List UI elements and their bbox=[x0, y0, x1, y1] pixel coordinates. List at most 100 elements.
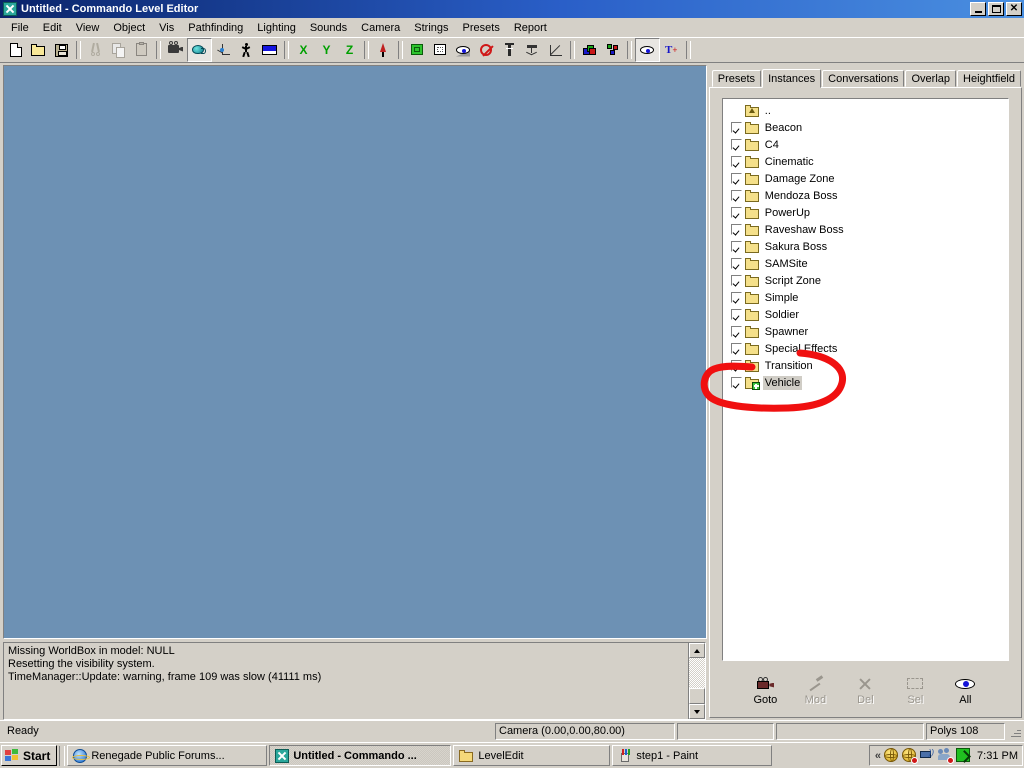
globe-icon[interactable] bbox=[884, 748, 899, 763]
trapezoid-icon[interactable] bbox=[544, 39, 567, 61]
tree-item-powerup[interactable]: PowerUp bbox=[723, 204, 1008, 221]
copy-icon[interactable] bbox=[107, 39, 130, 61]
tab-overlap[interactable]: Overlap bbox=[905, 70, 956, 87]
tree-item-damage-zone[interactable]: Damage Zone bbox=[723, 170, 1008, 187]
mod-button[interactable]: Mod bbox=[798, 675, 832, 706]
tree-item-checkbox[interactable] bbox=[731, 377, 742, 388]
tree-item-c4[interactable]: C4 bbox=[723, 136, 1008, 153]
scroll-up-button[interactable] bbox=[689, 643, 705, 658]
menu-vis[interactable]: Vis bbox=[152, 20, 181, 36]
vis-shadow-icon[interactable] bbox=[452, 39, 475, 61]
menu-object[interactable]: Object bbox=[106, 20, 152, 36]
walk-mode-icon[interactable] bbox=[235, 39, 258, 61]
rgb-cubes-icon[interactable] bbox=[578, 39, 601, 61]
tree-item-vehicle[interactable]: Vehicle bbox=[723, 374, 1008, 391]
tree-item-cinematic[interactable]: Cinematic bbox=[723, 153, 1008, 170]
menu-view[interactable]: View bbox=[69, 20, 107, 36]
log-scrollbar[interactable] bbox=[688, 643, 705, 719]
network-icon[interactable]: )) bbox=[920, 748, 935, 763]
tree-item-checkbox[interactable] bbox=[731, 224, 742, 235]
camera-stand-icon[interactable] bbox=[521, 39, 544, 61]
tree-item-checkbox[interactable] bbox=[731, 207, 742, 218]
visibility-eye-icon[interactable] bbox=[635, 38, 660, 62]
camera-icon[interactable] bbox=[164, 39, 187, 61]
save-disk-icon[interactable] bbox=[50, 39, 73, 61]
instances-tree[interactable]: .. Beacon C4 Cine bbox=[722, 98, 1009, 661]
tree-item-checkbox[interactable] bbox=[731, 173, 742, 184]
tab-instances[interactable]: Instances bbox=[762, 69, 821, 88]
tree-item-checkbox[interactable] bbox=[731, 122, 742, 133]
tree-item-checkbox[interactable] bbox=[731, 343, 742, 354]
scroll-track[interactable] bbox=[689, 658, 705, 688]
tree-item-special-effects[interactable]: Special Effects bbox=[723, 340, 1008, 357]
tree-item-script-zone[interactable]: Script Zone bbox=[723, 272, 1008, 289]
background-color-icon[interactable] bbox=[258, 39, 281, 61]
tree-item-beacon[interactable]: Beacon bbox=[723, 119, 1008, 136]
axis-y-button[interactable]: Y bbox=[315, 39, 338, 61]
tree-item-sakura-boss[interactable]: Sakura Boss bbox=[723, 238, 1008, 255]
teapot-icon[interactable] bbox=[187, 38, 212, 62]
people-warning-icon[interactable] bbox=[938, 748, 953, 763]
tree-item-soldier[interactable]: Soldier bbox=[723, 306, 1008, 323]
goto-button[interactable]: Goto bbox=[748, 675, 782, 706]
vegetation-icon[interactable] bbox=[372, 39, 395, 61]
tree-item-checkbox[interactable] bbox=[731, 326, 742, 337]
green-cube-icon[interactable] bbox=[406, 39, 429, 61]
menu-file[interactable]: File bbox=[4, 20, 36, 36]
tower-icon[interactable] bbox=[498, 39, 521, 61]
tree-item-checkbox[interactable] bbox=[731, 360, 742, 371]
close-button[interactable]: ✕ bbox=[1006, 2, 1022, 16]
scroll-thumb[interactable] bbox=[689, 688, 705, 704]
tree-item-checkbox[interactable] bbox=[731, 139, 742, 150]
tab-presets[interactable]: Presets bbox=[712, 70, 761, 87]
taskbar-item-leveledit[interactable]: LevelEdit bbox=[453, 745, 610, 766]
tree-item-checkbox[interactable] bbox=[731, 190, 742, 201]
new-file-icon[interactable] bbox=[4, 39, 27, 61]
taskbar-item-commando[interactable]: Untitled - Commando ... bbox=[269, 745, 451, 766]
rgb-small-cubes-icon[interactable] bbox=[601, 39, 624, 61]
tree-item-checkbox[interactable] bbox=[731, 275, 742, 286]
tree-item-simple[interactable]: Simple bbox=[723, 289, 1008, 306]
scroll-down-button[interactable] bbox=[689, 704, 705, 719]
tree-item-checkbox[interactable] bbox=[731, 156, 742, 167]
wireframe-cube-icon[interactable] bbox=[429, 39, 452, 61]
paste-clipboard-icon[interactable] bbox=[130, 39, 153, 61]
menu-camera[interactable]: Camera bbox=[354, 20, 407, 36]
axis-gizmo-icon[interactable] bbox=[212, 39, 235, 61]
3d-viewport[interactable] bbox=[3, 65, 707, 639]
tree-item-checkbox[interactable] bbox=[731, 309, 742, 320]
menu-strings[interactable]: Strings bbox=[407, 20, 455, 36]
maximize-button[interactable] bbox=[988, 2, 1004, 16]
resize-grip[interactable] bbox=[1008, 725, 1022, 739]
tree-item-checkbox[interactable] bbox=[731, 241, 742, 252]
tree-item-mendoza-boss[interactable]: Mendoza Boss bbox=[723, 187, 1008, 204]
green-check-icon[interactable] bbox=[956, 748, 971, 763]
sel-button[interactable]: Sel bbox=[898, 675, 932, 706]
all-button[interactable]: All bbox=[948, 675, 982, 706]
no-entry-icon[interactable] bbox=[475, 39, 498, 61]
tree-item-up[interactable]: .. bbox=[723, 102, 1008, 119]
menu-pathfinding[interactable]: Pathfinding bbox=[181, 20, 250, 36]
axis-z-button[interactable]: Z bbox=[338, 39, 361, 61]
tree-item-checkbox[interactable] bbox=[731, 292, 742, 303]
minimize-button[interactable] bbox=[970, 2, 986, 16]
taskbar-item-paint[interactable]: step1 - Paint bbox=[612, 745, 772, 766]
tree-item-samsite[interactable]: SAMSite bbox=[723, 255, 1008, 272]
taskbar-item-browser[interactable]: Renegade Public Forums... bbox=[67, 745, 267, 766]
menu-report[interactable]: Report bbox=[507, 20, 554, 36]
tree-item-transition[interactable]: Transition bbox=[723, 357, 1008, 374]
tab-heightfield[interactable]: Heightfield bbox=[957, 70, 1021, 87]
tree-item-spawner[interactable]: Spawner bbox=[723, 323, 1008, 340]
menu-edit[interactable]: Edit bbox=[36, 20, 69, 36]
cut-scissors-icon[interactable] bbox=[84, 39, 107, 61]
tab-conversations[interactable]: Conversations bbox=[822, 70, 904, 87]
menu-presets[interactable]: Presets bbox=[456, 20, 507, 36]
tree-item-checkbox[interactable] bbox=[731, 258, 742, 269]
globe-warning-icon[interactable] bbox=[902, 748, 917, 763]
axis-x-button[interactable]: X bbox=[292, 39, 315, 61]
start-button[interactable]: Start bbox=[1, 745, 57, 766]
menu-lighting[interactable]: Lighting bbox=[250, 20, 303, 36]
menu-sounds[interactable]: Sounds bbox=[303, 20, 354, 36]
tray-expand-chevron[interactable]: « bbox=[875, 750, 881, 762]
del-button[interactable]: Del bbox=[848, 675, 882, 706]
